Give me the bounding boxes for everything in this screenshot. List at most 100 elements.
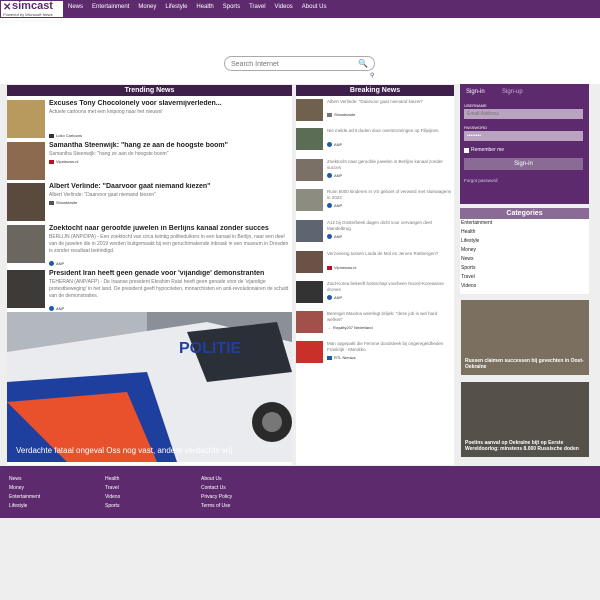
breaking-source: ANP bbox=[327, 234, 342, 239]
nav-sports[interactable]: Sports bbox=[223, 4, 240, 10]
breaking-thumbnail bbox=[296, 220, 323, 242]
featured-story-image[interactable]: POLITIE Verdachte fataal ongeval Oss nog… bbox=[7, 312, 292, 462]
category-link[interactable]: Travel bbox=[461, 274, 475, 280]
footer-link[interactable]: Contact Us bbox=[201, 484, 232, 493]
remember-checkbox[interactable] bbox=[464, 147, 469, 153]
breaking-item[interactable]: Albert Verlinde: "Daarvoor gaat niemand … bbox=[296, 99, 454, 125]
search-icon[interactable]: 🔍 bbox=[358, 59, 368, 68]
category-link[interactable]: Entertainment bbox=[461, 220, 492, 226]
search-hero bbox=[0, 18, 600, 84]
breaking-text[interactable]: Zuid-Korea bekeeft botsschap voorheen No… bbox=[327, 281, 452, 293]
trending-source: ANP bbox=[49, 261, 64, 266]
breaking-item[interactable]: Ruim 6000 kinderen in VS geboet of verwa… bbox=[296, 189, 454, 215]
nav-lifestyle[interactable]: Lifestyle bbox=[165, 4, 187, 10]
breaking-item[interactable]: Man opgepakt die Femme doodsteek bij ong… bbox=[296, 341, 454, 367]
trending-headline[interactable]: President Iran heeft geen genade voor 'v… bbox=[49, 270, 289, 277]
nav-health[interactable]: Health bbox=[196, 4, 213, 10]
breaking-thumbnail bbox=[296, 128, 323, 150]
top-navigation-bar: ✕ simcast Powered by Microsoft News News… bbox=[0, 0, 600, 18]
footer-link[interactable]: Terms of Use bbox=[201, 502, 232, 511]
breaking-text[interactable]: Berengin Maxima weerlegt briljek: "deze … bbox=[327, 311, 452, 323]
breaking-thumbnail bbox=[296, 99, 323, 121]
password-label: PASSWORD bbox=[464, 125, 488, 130]
breaking-text[interactable]: Man opgepakt die Femme doodsteek bij ong… bbox=[327, 341, 452, 353]
footer: News Money Entertainment Lifestyle Healt… bbox=[0, 466, 600, 518]
trending-headline[interactable]: Excuses Tony Chocolonely voor slavernijv… bbox=[49, 100, 289, 107]
remember-me[interactable]: Remember me bbox=[464, 147, 504, 153]
trending-item[interactable]: President Iran heeft geen genade voor 'v… bbox=[7, 270, 292, 312]
breaking-text[interactable]: Albert Verlinde: "Daarvoor gaat niemand … bbox=[327, 99, 452, 105]
breaking-source: Showbizsite bbox=[327, 112, 355, 117]
breaking-item[interactable]: Verzoening tussen Linda de Mol en Jeroen… bbox=[296, 251, 454, 277]
breaking-source: ANP bbox=[327, 173, 342, 178]
nav-travel[interactable]: Travel bbox=[249, 4, 265, 10]
footer-link[interactable]: News bbox=[9, 475, 40, 484]
footer-link[interactable]: About Us bbox=[201, 475, 232, 484]
trending-headline[interactable]: Zoektocht naar geroofde juwelen in Berli… bbox=[49, 225, 289, 232]
password-field[interactable] bbox=[464, 131, 583, 141]
trending-headline[interactable]: Albert Verlinde: "Daarvoor gaat niemand … bbox=[49, 183, 289, 190]
category-link[interactable]: Videos bbox=[461, 283, 476, 289]
category-link[interactable]: News bbox=[461, 256, 474, 262]
username-label: USERNAME bbox=[464, 103, 487, 108]
trending-thumbnail bbox=[7, 270, 45, 308]
category-link[interactable]: Lifestyle bbox=[461, 238, 479, 244]
breaking-item[interactable]: Berengin Maxima weerlegt briljek: "deze … bbox=[296, 311, 454, 337]
trending-item[interactable]: Albert Verlinde: "Daarvoor gaat niemand … bbox=[7, 183, 292, 221]
breaking-source: ANP bbox=[327, 142, 342, 147]
footer-link[interactable]: Health bbox=[105, 475, 120, 484]
search-input[interactable] bbox=[231, 59, 351, 69]
featured-caption[interactable]: Verdachte fataal ongeval Oss nog vast, a… bbox=[16, 446, 232, 455]
side-feature-caption[interactable]: Russen claimen successen bij gevechten i… bbox=[465, 358, 585, 370]
category-link[interactable]: Health bbox=[461, 229, 475, 235]
category-link[interactable]: Money bbox=[461, 247, 476, 253]
nav-entertainment[interactable]: Entertainment bbox=[92, 4, 129, 10]
breaking-item[interactable]: Zuid-Korea bekeeft botsschap voorheen No… bbox=[296, 281, 454, 307]
trending-headline[interactable]: Samantha Steenwijk: "hang ze aan de hoog… bbox=[49, 142, 289, 149]
category-link[interactable]: Sports bbox=[461, 265, 475, 271]
footer-link[interactable]: Videos bbox=[105, 493, 120, 502]
footer-link[interactable]: Privacy Policy bbox=[201, 493, 232, 502]
breaking-text[interactable]: Ruim 6000 kinderen in VS geboet of verwa… bbox=[327, 189, 452, 201]
side-feature-caption[interactable]: Poetins aanval op Oekraïne bijt op Eerst… bbox=[465, 440, 585, 452]
trending-thumbnail bbox=[7, 225, 45, 263]
categories-panel: Categories Entertainment Health Lifestyl… bbox=[460, 208, 589, 294]
breaking-text[interactable]: Nie melde acht doden door overstromingen… bbox=[327, 128, 452, 134]
breaking-item[interactable]: Nie melde acht doden door overstromingen… bbox=[296, 128, 454, 154]
footer-link[interactable]: Travel bbox=[105, 484, 120, 493]
breaking-text[interactable]: A12 bij Oosterbeek dagen dicht voor verv… bbox=[327, 220, 452, 232]
footer-link[interactable]: Money bbox=[9, 484, 40, 493]
tab-signup[interactable]: Sign-up bbox=[502, 89, 523, 95]
footer-link[interactable]: Lifestyle bbox=[9, 502, 40, 511]
trending-description: Albert Verlinde: "Daarvoor gaat niemand … bbox=[49, 192, 156, 198]
magnifier-icon: ⚲ bbox=[370, 73, 375, 79]
side-feature[interactable]: Russen claimen successen bij gevechten i… bbox=[461, 300, 589, 375]
nav-money[interactable]: Money bbox=[138, 4, 156, 10]
breaking-item[interactable]: Zoektocht naar geroofde juwelen in Berli… bbox=[296, 159, 454, 185]
footer-link[interactable]: Entertainment bbox=[9, 493, 40, 502]
nav-news[interactable]: News bbox=[68, 4, 83, 10]
footer-link[interactable]: Sports bbox=[105, 502, 120, 511]
breaking-source: ANP bbox=[327, 203, 342, 208]
trending-item[interactable]: Samantha Steenwijk: "hang ze aan de hoog… bbox=[7, 142, 292, 180]
breaking-item[interactable]: A12 bij Oosterbeek dagen dicht voor verv… bbox=[296, 220, 454, 246]
forgot-password-link[interactable]: Forgot password bbox=[464, 178, 498, 183]
trending-item[interactable]: Excuses Tony Chocolonely voor slavernijv… bbox=[7, 100, 292, 138]
breaking-thumbnail bbox=[296, 341, 323, 363]
footer-column: News Money Entertainment Lifestyle bbox=[9, 475, 40, 511]
simcast-logo[interactable]: ✕ simcast Powered by Microsoft News bbox=[1, 0, 63, 17]
breaking-text[interactable]: Verzoening tussen Linda de Mol en Jeroen… bbox=[327, 251, 452, 257]
trending-thumbnail bbox=[7, 183, 45, 221]
breaking-text[interactable]: Zoektocht naar geroofde juwelen in Berli… bbox=[327, 159, 452, 171]
signin-button[interactable]: Sign-in bbox=[464, 158, 583, 170]
nav-videos[interactable]: Videos bbox=[275, 4, 293, 10]
logo-name: simcast bbox=[12, 0, 53, 12]
breaking-thumbnail bbox=[296, 159, 323, 181]
trending-source: Vipnieuws.nl bbox=[49, 159, 78, 164]
categories-title: Categories bbox=[460, 208, 589, 219]
nav-about-us[interactable]: About Us bbox=[302, 4, 327, 10]
side-feature[interactable]: Poetins aanval op Oekraïne bijt op Eerst… bbox=[461, 382, 589, 457]
tab-signin[interactable]: Sign-in bbox=[466, 89, 485, 95]
trending-item[interactable]: Zoektocht naar geroofde juwelen in Berli… bbox=[7, 225, 292, 267]
email-field[interactable] bbox=[464, 109, 583, 119]
